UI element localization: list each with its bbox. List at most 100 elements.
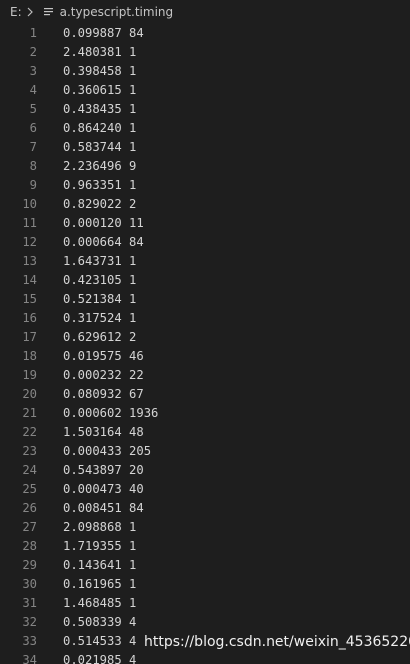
line-text: 0.000120 11 xyxy=(63,216,144,230)
code-line[interactable]: 32 0.508339 4 xyxy=(0,613,410,632)
line-text: 0.000433 205 xyxy=(63,444,152,458)
line-text: 0.583744 1 xyxy=(63,140,137,154)
line-text: 0.398458 1 xyxy=(63,64,137,78)
line-number: 25 xyxy=(22,482,37,496)
line-number: 27 xyxy=(22,520,37,534)
line-text: 2.098868 1 xyxy=(63,520,137,534)
code-line[interactable]: 16 0.317524 1 xyxy=(0,309,410,328)
line-number: 26 xyxy=(22,501,37,515)
line-text: 1.643731 1 xyxy=(63,254,137,268)
line-text: 2.480381 1 xyxy=(63,45,137,59)
breadcrumb-drive[interactable]: E: xyxy=(10,5,22,19)
code-line[interactable]: 25 0.000473 40 xyxy=(0,480,410,499)
code-line[interactable]: 29 0.143641 1 xyxy=(0,556,410,575)
line-text: 0.161965 1 xyxy=(63,577,137,591)
line-number: 23 xyxy=(22,444,37,458)
line-number: 2 xyxy=(29,45,37,59)
line-number: 8 xyxy=(29,159,37,173)
code-line[interactable]: 15 0.521384 1 xyxy=(0,290,410,309)
code-line[interactable]: 27 2.098868 1 xyxy=(0,518,410,537)
line-text: 0.000602 1936 xyxy=(63,406,159,420)
code-line[interactable]: 21 0.000602 1936 xyxy=(0,404,410,423)
line-number: 17 xyxy=(22,330,37,344)
line-text: 0.019575 46 xyxy=(63,349,144,363)
code-line[interactable]: 7 0.583744 1 xyxy=(0,138,410,157)
line-text: 0.099887 84 xyxy=(63,26,144,40)
code-line[interactable]: 3 0.398458 1 xyxy=(0,62,410,81)
code-line[interactable]: 2 2.480381 1 xyxy=(0,43,410,62)
code-line[interactable]: 1 0.099887 84 xyxy=(0,24,410,43)
line-text: 2.236496 9 xyxy=(63,159,137,173)
line-text: 0.000664 84 xyxy=(63,235,144,249)
line-number: 29 xyxy=(22,558,37,572)
line-number: 22 xyxy=(22,425,37,439)
code-line[interactable]: 5 0.438435 1 xyxy=(0,100,410,119)
breadcrumb: E: a.typescript.timing xyxy=(0,0,410,24)
line-text: 0.543897 20 xyxy=(63,463,144,477)
code-line[interactable]: 14 0.423105 1 xyxy=(0,271,410,290)
code-line[interactable]: 20 0.080932 67 xyxy=(0,385,410,404)
line-text: 0.438435 1 xyxy=(63,102,137,116)
line-number: 12 xyxy=(22,235,37,249)
line-number: 4 xyxy=(29,83,37,97)
line-number: 14 xyxy=(22,273,37,287)
line-text: 0.423105 1 xyxy=(63,273,137,287)
line-number: 20 xyxy=(22,387,37,401)
line-text: 1.719355 1 xyxy=(63,539,137,553)
code-line[interactable]: 34 0.021985 4 xyxy=(0,651,410,664)
line-number: 3 xyxy=(29,64,37,78)
code-line[interactable]: 10 0.829022 2 xyxy=(0,195,410,214)
line-number: 11 xyxy=(22,216,37,230)
code-line[interactable]: 18 0.019575 46 xyxy=(0,347,410,366)
line-text: 0.021985 4 xyxy=(63,653,137,664)
line-number: 32 xyxy=(22,615,37,629)
code-line[interactable]: 28 1.719355 1 xyxy=(0,537,410,556)
line-text: 0.000473 40 xyxy=(63,482,144,496)
code-line[interactable]: 17 0.629612 2 xyxy=(0,328,410,347)
code-line[interactable]: 8 2.236496 9 xyxy=(0,157,410,176)
line-text: 0.008451 84 xyxy=(63,501,144,515)
code-line[interactable]: 13 1.643731 1 xyxy=(0,252,410,271)
code-line[interactable]: 19 0.000232 22 xyxy=(0,366,410,385)
code-line[interactable]: 31 1.468485 1 xyxy=(0,594,410,613)
line-text: 0.629612 2 xyxy=(63,330,137,344)
file-lines-icon xyxy=(43,8,53,16)
line-number: 6 xyxy=(29,121,37,135)
line-text: 0.317524 1 xyxy=(63,311,137,325)
line-text: 0.521384 1 xyxy=(63,292,137,306)
code-line[interactable]: 4 0.360615 1 xyxy=(0,81,410,100)
line-text: 0.963351 1 xyxy=(63,178,137,192)
code-line[interactable]: 24 0.543897 20 xyxy=(0,461,410,480)
code-line[interactable]: 6 0.864240 1 xyxy=(0,119,410,138)
line-number: 18 xyxy=(22,349,37,363)
line-number: 24 xyxy=(22,463,37,477)
code-line[interactable]: 22 1.503164 48 xyxy=(0,423,410,442)
line-number: 28 xyxy=(22,539,37,553)
line-text: 1.468485 1 xyxy=(63,596,137,610)
code-line[interactable]: 23 0.000433 205 xyxy=(0,442,410,461)
breadcrumb-file[interactable]: a.typescript.timing xyxy=(60,5,174,19)
line-text: 0.360615 1 xyxy=(63,83,137,97)
code-line[interactable]: 9 0.963351 1 xyxy=(0,176,410,195)
line-number: 33 xyxy=(22,634,37,648)
line-number: 30 xyxy=(22,577,37,591)
watermark-text: https://blog.csdn.net/weixin_45365220 xyxy=(144,634,410,650)
line-text: 0.508339 4 xyxy=(63,615,137,629)
line-number: 5 xyxy=(29,102,37,116)
chevron-right-icon xyxy=(27,7,33,17)
line-text: 0.514533 4 xyxy=(63,634,137,648)
code-line[interactable]: 12 0.000664 84 xyxy=(0,233,410,252)
line-number: 31 xyxy=(22,596,37,610)
code-line[interactable]: 11 0.000120 11 xyxy=(0,214,410,233)
line-number: 34 xyxy=(22,653,37,664)
line-text: 0.829022 2 xyxy=(63,197,137,211)
line-number: 9 xyxy=(29,178,37,192)
code-line[interactable]: 26 0.008451 84 xyxy=(0,499,410,518)
code-line[interactable]: 30 0.161965 1 xyxy=(0,575,410,594)
line-number: 21 xyxy=(22,406,37,420)
editor-content[interactable]: 1 0.099887 84 2 2.480381 1 3 0.398458 1 4 0.360… xyxy=(0,24,410,664)
line-number: 1 xyxy=(29,26,37,40)
line-number: 19 xyxy=(22,368,37,382)
line-number: 15 xyxy=(22,292,37,306)
line-text: 0.143641 1 xyxy=(63,558,137,572)
